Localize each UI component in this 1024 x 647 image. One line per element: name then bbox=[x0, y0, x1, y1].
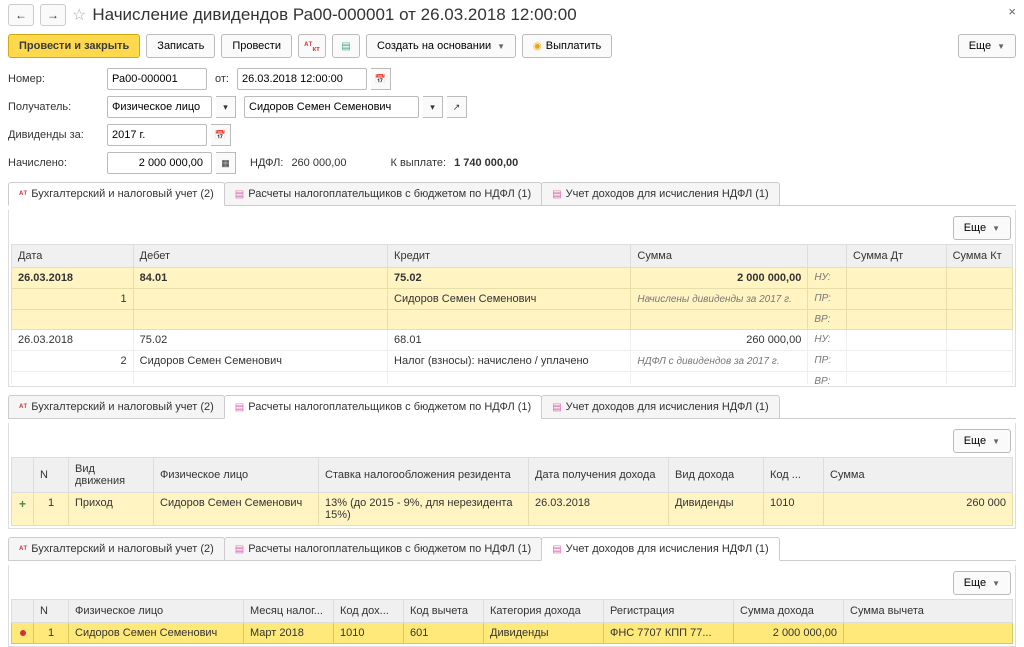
col-sum-dt[interactable]: Сумма Дт bbox=[847, 245, 947, 268]
page-title: Начисление дивидендов Ра00-000001 от 26.… bbox=[92, 5, 576, 25]
div-year-calendar[interactable]: 📅 bbox=[211, 124, 231, 146]
dot-icon bbox=[20, 630, 26, 636]
create-based-label: Создать на основании bbox=[377, 40, 491, 52]
col-n[interactable]: N bbox=[34, 458, 69, 493]
col-code-inc[interactable]: Код дох... bbox=[334, 600, 404, 623]
col-rate[interactable]: Ставка налогообложения резидента bbox=[319, 458, 529, 493]
ndfl-value: 260 000,00 bbox=[291, 157, 346, 169]
table-row[interactable]: 26.03.2018 84.01 75.02 2 000 000,00 НУ: bbox=[12, 268, 1013, 289]
div-year-input[interactable] bbox=[107, 124, 207, 146]
pay-label: Выплатить bbox=[546, 40, 601, 52]
table-row[interactable]: ВР: bbox=[12, 310, 1013, 330]
chevron-down-icon: ▼ bbox=[997, 42, 1005, 51]
nav-back-button[interactable]: ← bbox=[8, 4, 34, 26]
recipient-dropdown[interactable]: ▾ bbox=[423, 96, 443, 118]
structure-button[interactable]: ▤ bbox=[332, 34, 360, 58]
nav-forward-button[interactable]: → bbox=[40, 4, 66, 26]
date-input[interactable] bbox=[237, 68, 367, 90]
recipient-label: Получатель: bbox=[8, 101, 103, 113]
more-button-2[interactable]: Еще▼ bbox=[953, 429, 1011, 453]
calendar-button[interactable]: 📅 bbox=[371, 68, 391, 90]
table-row[interactable]: 1 Сидоров Семен Семенович Начислены диви… bbox=[12, 289, 1013, 310]
dk-icon: ᴬᵀ bbox=[19, 189, 27, 199]
col-sum-ded[interactable]: Сумма вычета bbox=[844, 600, 1013, 623]
table-row[interactable]: 1 Сидоров Семен Семенович Март 2018 1010… bbox=[12, 623, 1013, 644]
doc-icon: ▤ bbox=[235, 402, 244, 413]
col-blank[interactable] bbox=[808, 245, 847, 268]
tab-ndfl-income[interactable]: ▤Учет доходов для исчисления НДФЛ (1) bbox=[541, 182, 780, 205]
doc-icon: ▤ bbox=[235, 544, 244, 555]
number-input[interactable] bbox=[107, 68, 207, 90]
ndfl-income-table: N Физическое лицо Месяц налог... Код дох… bbox=[11, 599, 1013, 644]
dk-icon: ᴬᵀ bbox=[19, 402, 27, 412]
post-and-close-button[interactable]: Провести и закрыть bbox=[8, 34, 140, 58]
close-icon[interactable]: × bbox=[1008, 4, 1016, 19]
tab-ndfl-budget-2[interactable]: ▤Расчеты налогоплательщиков с бюджетом п… bbox=[224, 395, 542, 419]
col-sum-kt[interactable]: Сумма Кт bbox=[946, 245, 1012, 268]
more-label: Еще bbox=[969, 40, 991, 52]
col-debit[interactable]: Дебет bbox=[133, 245, 387, 268]
tab-accounting-3[interactable]: ᴬᵀБухгалтерский и налоговый учет (2) bbox=[8, 537, 225, 560]
col-n[interactable]: N bbox=[34, 600, 69, 623]
dk-icon: ᴬᵀ bbox=[19, 544, 27, 554]
table-row[interactable]: 26.03.2018 75.02 68.01 260 000,00 НУ: bbox=[12, 330, 1013, 351]
col-category[interactable]: Категория дохода bbox=[484, 600, 604, 623]
doc-icon: ▤ bbox=[552, 544, 561, 555]
plus-icon: + bbox=[19, 497, 26, 511]
doc-icon: ▤ bbox=[235, 189, 244, 200]
col-move[interactable]: Вид движения bbox=[69, 458, 154, 493]
table-row[interactable]: ВР: bbox=[12, 372, 1013, 385]
ndfl-label: НДФЛ: bbox=[250, 157, 283, 169]
col-person[interactable]: Физическое лицо bbox=[69, 600, 244, 623]
pay-button[interactable]: ◉ Выплатить bbox=[522, 34, 612, 58]
post-button[interactable]: Провести bbox=[221, 34, 292, 58]
col-credit[interactable]: Кредит bbox=[388, 245, 631, 268]
topay-label: К выплате: bbox=[391, 157, 447, 169]
col-income-date[interactable]: Дата получения дохода bbox=[529, 458, 669, 493]
col-sum[interactable]: Сумма bbox=[631, 245, 808, 268]
create-based-button[interactable]: Создать на основании ▼ bbox=[366, 34, 516, 58]
recipient-input[interactable] bbox=[244, 96, 419, 118]
dt-kt-button[interactable]: ᴬᵀкт bbox=[298, 34, 326, 58]
recipient-open-button[interactable]: ↗ bbox=[447, 96, 467, 118]
tab-accounting-2[interactable]: ᴬᵀБухгалтерский и налоговый учет (2) bbox=[8, 395, 225, 418]
from-label: от: bbox=[215, 73, 229, 85]
table-row[interactable]: + 1 Приход Сидоров Семен Семенович 13% (… bbox=[12, 493, 1013, 526]
accrued-calc-button[interactable]: ▦ bbox=[216, 152, 236, 174]
more-button-top[interactable]: Еще ▼ bbox=[958, 34, 1016, 58]
coin-icon: ◉ bbox=[533, 41, 542, 52]
col-code-ded[interactable]: Код вычета bbox=[404, 600, 484, 623]
accounting-table: Дата Дебет Кредит Сумма Сумма Дт Сумма К… bbox=[11, 244, 1013, 384]
col-reg[interactable]: Регистрация bbox=[604, 600, 734, 623]
doc-icon: ▤ bbox=[552, 402, 561, 413]
chevron-down-icon: ▼ bbox=[497, 42, 505, 51]
tab-ndfl-income-3[interactable]: ▤Учет доходов для исчисления НДФЛ (1) bbox=[541, 537, 780, 561]
recipient-type-input[interactable] bbox=[107, 96, 212, 118]
recipient-type-dropdown[interactable]: ▾ bbox=[216, 96, 236, 118]
accrued-label: Начислено: bbox=[8, 157, 103, 169]
doc-icon: ▤ bbox=[552, 189, 561, 200]
save-button[interactable]: Записать bbox=[146, 34, 215, 58]
tab-ndfl-income-2[interactable]: ▤Учет доходов для исчисления НДФЛ (1) bbox=[541, 395, 780, 418]
col-date[interactable]: Дата bbox=[12, 245, 134, 268]
col-sum-inc[interactable]: Сумма дохода bbox=[734, 600, 844, 623]
col-person[interactable]: Физическое лицо bbox=[154, 458, 319, 493]
tab-ndfl-budget-3[interactable]: ▤Расчеты налогоплательщиков с бюджетом п… bbox=[224, 537, 542, 560]
col-code[interactable]: Код ... bbox=[764, 458, 824, 493]
col-sum[interactable]: Сумма bbox=[824, 458, 1013, 493]
accrued-input[interactable] bbox=[107, 152, 212, 174]
more-button-1[interactable]: Еще▼ bbox=[953, 216, 1011, 240]
star-icon[interactable]: ☆ bbox=[72, 5, 86, 25]
number-label: Номер: bbox=[8, 73, 103, 85]
table-row[interactable]: 2 Сидоров Семен Семенович Налог (взносы)… bbox=[12, 351, 1013, 372]
dividends-for-label: Дивиденды за: bbox=[8, 129, 103, 141]
more-button-3[interactable]: Еще▼ bbox=[953, 571, 1011, 595]
topay-value: 1 740 000,00 bbox=[454, 157, 518, 169]
ndfl-budget-table: N Вид движения Физическое лицо Ставка на… bbox=[11, 457, 1013, 526]
col-month[interactable]: Месяц налог... bbox=[244, 600, 334, 623]
tab-ndfl-budget[interactable]: ▤Расчеты налогоплательщиков с бюджетом п… bbox=[224, 182, 542, 205]
tab-accounting[interactable]: ᴬᵀБухгалтерский и налоговый учет (2) bbox=[8, 182, 225, 206]
col-income-type[interactable]: Вид дохода bbox=[669, 458, 764, 493]
